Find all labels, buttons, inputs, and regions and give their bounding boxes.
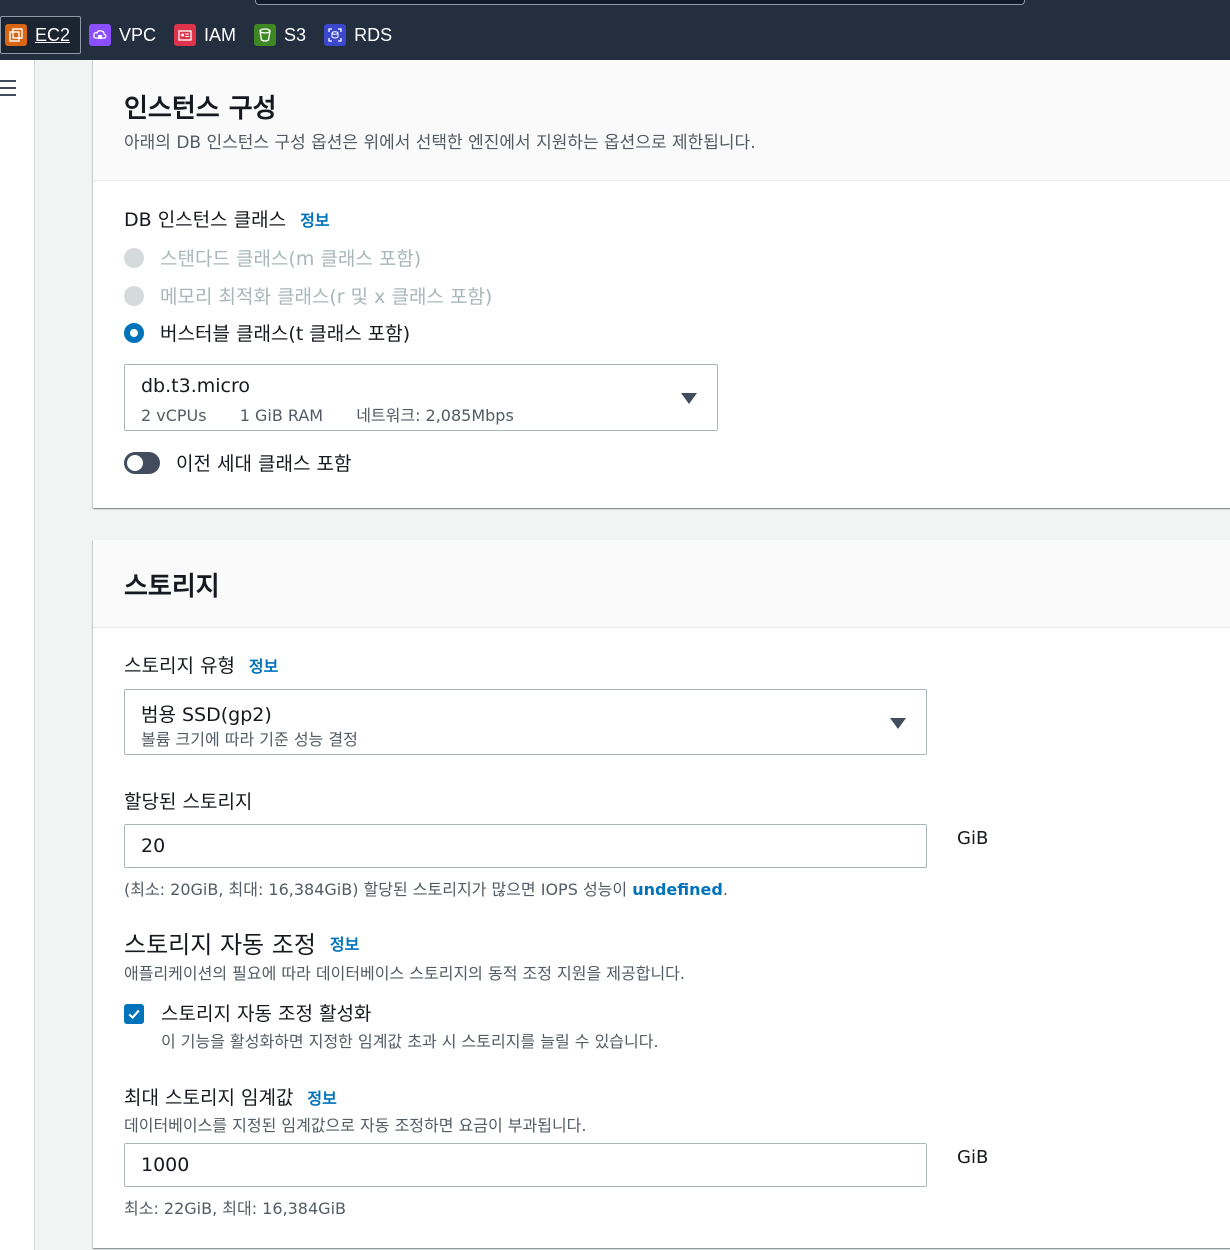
radio-option-standard[interactable]: 스탠다드 클래스(m 클래스 포함) [124,244,421,271]
panel-title: 인스턴스 구성 [124,94,277,124]
db-instance-class-field-label: DB 인스턴스 클래스 정보 [124,205,330,232]
max-storage-threshold-label: 최대 스토리지 임계값 [124,1087,294,1109]
side-navigation-rail [0,60,35,1250]
radio-button[interactable] [124,322,144,343]
storage-autoscaling-title: 스토리지 자동 조정 [124,931,316,959]
instance-ram: 1 GiB RAM [239,406,324,425]
iam-icon [174,24,197,46]
favorite-s3[interactable]: S3 [250,16,316,54]
caret-down-icon [890,718,906,729]
storage-type-field-label: 스토리지 유형 정보 [124,651,278,678]
storage-type-select[interactable]: 범용 SSD(gp2) 볼륨 크기에 따라 기준 성능 결정 [124,689,927,755]
max-storage-threshold-description: 데이터베이스를 지정된 임계값으로 자동 조정하면 요금이 부과됩니다. [124,1116,587,1135]
favorite-ec2[interactable]: EC2 [0,16,82,54]
favorite-label: RDS [354,24,393,45]
favorite-label: EC2 [35,24,71,45]
radio-option-burstable[interactable]: 버스터블 클래스(t 클래스 포함) [124,319,410,346]
allocated-storage-hint: (최소: 20GiB, 최대: 16,384GiB) 할당된 스토리지가 많으면… [124,876,728,900]
s3-icon [254,24,277,46]
favorites-bar: EC2 VPC IAM S3 RDS [0,16,406,54]
allocated-storage-input[interactable]: 20 [124,824,927,868]
info-link[interactable]: 정보 [307,1085,336,1109]
rds-icon [324,24,347,46]
allocated-storage-unit: GiB [957,828,989,849]
max-storage-threshold-unit: GiB [957,1147,989,1168]
favorite-rds[interactable]: RDS [320,16,402,54]
allocated-storage-label: 할당된 스토리지 [124,791,253,813]
info-link[interactable]: 정보 [300,207,329,231]
selected-storage-type: 범용 SSD(gp2) [141,704,272,726]
hint-link[interactable]: undefined [632,880,723,899]
panel-header: 스토리지 [93,540,1230,628]
favorite-vpc[interactable]: VPC [85,16,166,54]
previous-generation-toggle[interactable] [124,452,160,474]
autoscaling-checkbox[interactable] [124,1004,144,1024]
db-instance-class-label: DB 인스턴스 클래스 [124,209,287,231]
instance-class-select[interactable]: db.t3.micro 2 vCPUs 1 GiB RAM 네트워크: 2,08… [124,364,718,431]
storage-autoscaling-heading: 스토리지 자동 조정 정보 [124,925,359,960]
autoscaling-checkbox-description: 이 기능을 활성화하면 지정한 임계값 초과 시 스토리지를 늘릴 수 있습니다… [161,1032,659,1051]
instance-configuration-panel: 인스턴스 구성 아래의 DB 인스턴스 구성 옵션은 위에서 선택한 엔진에서 … [93,60,1230,508]
search-bar[interactable] [255,0,1025,5]
storage-autoscaling-description: 애플리케이션의 필요에 따라 데이터베이스 스토리지의 동적 조정 지원을 제공… [124,964,685,983]
selected-instance-class: db.t3.micro [141,375,250,397]
storage-type-description: 볼륨 크기에 따라 기준 성능 결정 [141,730,358,749]
instance-network: 네트워크: 2,085Mbps [356,406,514,425]
favorite-label: VPC [119,24,157,45]
hint-text-end: . [722,880,728,899]
favorite-iam[interactable]: IAM [170,16,246,54]
instance-class-specs: 2 vCPUs 1 GiB RAM 네트워크: 2,085Mbps [141,402,514,426]
autoscaling-checkbox-label: 스토리지 자동 조정 활성화 [161,1003,372,1025]
caret-down-icon [681,393,697,404]
max-storage-threshold-hint: 최소: 22GiB, 최대: 16,384GiB [124,1199,346,1218]
max-storage-threshold-field-label: 최대 스토리지 임계값 정보 [124,1083,337,1110]
ec2-icon [5,24,27,46]
instance-vcpu: 2 vCPUs [141,406,207,425]
radio-button[interactable] [124,285,144,306]
hint-text: (최소: 20GiB, 최대: 16,384GiB) 할당된 스토리지가 많으면… [124,880,633,899]
radio-label: 버스터블 클래스(t 클래스 포함) [160,323,411,345]
favorite-label: IAM [204,24,237,45]
radio-label: 메모리 최적화 클래스(r 및 x 클래스 포함) [160,286,493,308]
storage-panel: 스토리지 스토리지 유형 정보 범용 SSD(gp2) 볼륨 크기에 따라 기준… [93,540,1230,1248]
top-navigation-bar: EC2 VPC IAM S3 RDS [0,0,1230,60]
previous-generation-label: 이전 세대 클래스 포함 [176,453,352,475]
storage-type-label: 스토리지 유형 [124,655,235,677]
info-link[interactable]: 정보 [249,653,278,677]
radio-label: 스탠다드 클래스(m 클래스 포함) [160,248,422,270]
vpc-icon [89,24,112,46]
radio-button[interactable] [124,247,144,268]
panel-description: 아래의 DB 인스턴스 구성 옵션은 위에서 선택한 엔진에서 지원하는 옵션으… [124,133,756,153]
menu-icon[interactable] [0,80,16,101]
checkmark-icon [128,1009,140,1019]
panel-header: 인스턴스 구성 아래의 DB 인스턴스 구성 옵션은 위에서 선택한 엔진에서 … [93,60,1230,181]
max-storage-threshold-input[interactable]: 1000 [124,1143,927,1187]
radio-option-memory-optimized[interactable]: 메모리 최적화 클래스(r 및 x 클래스 포함) [124,282,492,309]
favorite-label: S3 [284,24,307,45]
info-link[interactable]: 정보 [330,931,359,955]
panel-title: 스토리지 [124,572,220,602]
